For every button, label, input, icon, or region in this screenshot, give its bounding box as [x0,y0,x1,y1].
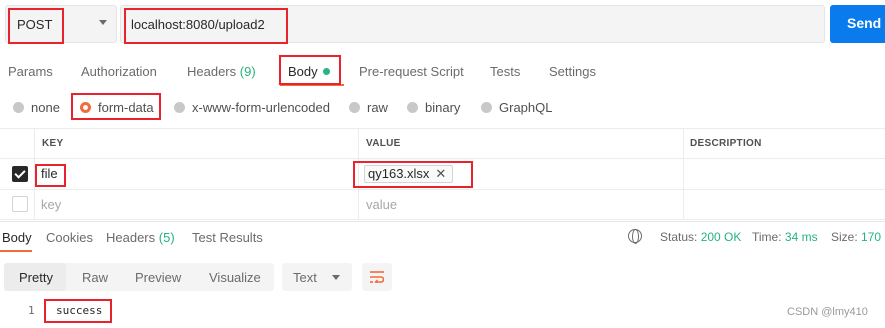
column-header-description: DESCRIPTION [690,138,762,149]
status-value: 200 OK [700,230,742,244]
status-readout: Status: 200 OK [660,230,741,244]
file-chip[interactable]: qy163.xlsx ✕ [364,165,454,183]
radio-raw-label: raw [367,100,388,115]
wrap-lines-icon [370,271,384,283]
active-dot-icon [322,68,330,75]
tab-headers-label: Headers [187,64,237,79]
method-select[interactable]: POST [5,5,117,43]
language-select[interactable]: Text [282,263,352,291]
radio-form-data-label: form-data [98,100,154,115]
language-label: Text [293,270,317,285]
radio-none[interactable]: none [13,100,60,115]
radio-form-data[interactable]: form-data [80,100,154,115]
param-key[interactable]: file [41,166,58,181]
close-icon[interactable]: ✕ [435,166,446,181]
tab-headers[interactable]: Headers (9) [187,64,256,79]
size-value: 170 B [861,230,885,244]
tab-settings[interactable]: Settings [549,64,596,79]
radio-selected-icon [80,102,91,113]
column-header-value: VALUE [366,138,401,149]
table-divider [34,128,35,220]
radio-binary[interactable]: binary [407,100,460,115]
radio-graphql-label: GraphQL [499,100,553,115]
time-label: Time: [752,230,782,244]
radio-binary-label: binary [425,100,461,115]
method-label: POST [17,17,53,32]
watermark: CSDN @lmy410 [787,306,868,318]
radio-urlencoded[interactable]: x-www-form-urlencoded [174,100,330,115]
size-readout: Size: 170 B [831,230,885,244]
section-divider [0,221,885,222]
file-name: qy163.xlsx [368,166,430,181]
form-data-table: KEY VALUE DESCRIPTION file qy163.xlsx ✕ k… [0,128,885,220]
url-value: localhost:8080/upload2 [131,17,265,32]
format-visualize-button[interactable]: Visualize [209,270,261,285]
time-value: 34 ms [784,230,818,244]
response-tab-headers[interactable]: Headers (5) [106,230,175,245]
radio-circle-icon [349,102,360,113]
response-tab-cookies[interactable]: Cookies [46,230,93,245]
send-button[interactable]: Send [830,5,885,43]
row-checkbox[interactable] [12,166,28,182]
column-header-key: KEY [42,138,64,149]
table-divider [358,128,359,220]
radio-circle-icon [13,102,24,113]
radio-circle-icon [407,102,418,113]
table-divider [683,128,684,220]
format-preview-button[interactable]: Preview [135,270,181,285]
key-placeholder[interactable]: key [41,197,61,212]
request-tabs: Params Authorization Headers (9) Body Pr… [0,58,885,86]
active-tab-underline [280,84,344,86]
url-input[interactable]: localhost:8080/upload2 [120,5,825,43]
globe-icon[interactable] [628,229,642,244]
value-placeholder[interactable]: value [366,197,397,212]
response-tab-test-results[interactable]: Test Results [192,230,263,245]
chevron-down-icon [99,20,107,25]
tab-authorization[interactable]: Authorization [81,64,157,79]
format-pretty-button[interactable]: Pretty [19,270,53,285]
time-readout: Time: 34 ms [752,230,818,244]
row-checkbox[interactable] [12,196,28,212]
response-headers-label: Headers [106,230,156,245]
tab-prerequest-script[interactable]: Pre-request Script [359,64,464,79]
response-tab-body[interactable]: Body [2,230,32,245]
table-divider [0,128,885,129]
table-divider [0,158,885,159]
tab-body-label: Body [288,64,318,79]
tab-body[interactable]: Body [288,64,330,79]
table-divider [0,189,885,190]
wrap-lines-button[interactable] [362,263,392,291]
active-tab-underline [0,250,32,252]
radio-urlencoded-label: x-www-form-urlencoded [192,100,330,115]
line-number: 1 [28,304,35,317]
status-label: Status: [660,230,698,244]
tab-headers-count: (9) [239,64,256,79]
radio-circle-icon [174,102,185,113]
tab-params[interactable]: Params [8,64,53,79]
response-headers-count: (5) [158,230,175,245]
size-label: Size: [831,230,858,244]
radio-circle-icon [481,102,492,113]
body-type-radios: none form-data x-www-form-urlencoded raw… [0,96,885,118]
radio-raw[interactable]: raw [349,100,388,115]
chevron-down-icon [332,275,340,280]
table-divider [0,219,885,220]
response-body-text: success [56,304,103,317]
format-raw-button[interactable]: Raw [82,270,108,285]
tab-tests[interactable]: Tests [490,64,520,79]
radio-none-label: none [31,100,60,115]
radio-graphql[interactable]: GraphQL [481,100,552,115]
